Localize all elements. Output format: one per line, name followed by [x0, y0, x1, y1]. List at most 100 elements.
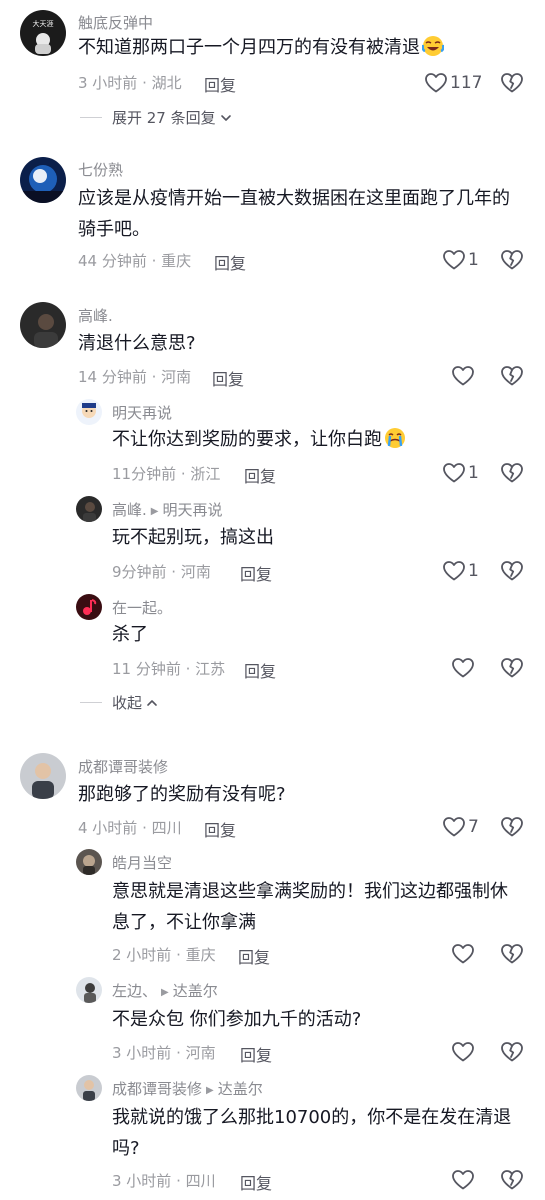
username[interactable]: 明天再说 [112, 402, 172, 423]
username[interactable]: 触底反弹中 [78, 12, 153, 33]
dislike-button[interactable] [500, 461, 524, 485]
heart-outline-icon [451, 942, 475, 966]
expand-replies-button[interactable]: 展开 27 条回复 [80, 107, 232, 128]
like-button[interactable]: 1 [442, 460, 502, 486]
reply-button[interactable]: 回复 [204, 817, 236, 841]
reply-button[interactable]: 回复 [244, 658, 276, 682]
heart-outline-icon [451, 1040, 475, 1064]
like-count: 1 [468, 561, 479, 581]
heart-outline-icon [442, 559, 466, 583]
username[interactable]: 高峰. [78, 305, 113, 326]
chevron-down-icon [220, 112, 232, 124]
dislike-button[interactable] [500, 559, 524, 583]
dislike-button[interactable] [500, 1168, 524, 1192]
dislike-button[interactable] [500, 656, 524, 680]
reply-button[interactable]: 回复 [212, 366, 244, 390]
reply-target-username[interactable]: 达盖尔 [218, 1080, 263, 1098]
avatar[interactable]: 大天涯 [20, 10, 66, 56]
comment-text: 那跑够了的奖励有没有呢? [78, 784, 286, 805]
reply-arrow-icon: ▶ [150, 506, 159, 517]
avatar[interactable] [76, 977, 102, 1003]
like-count: 7 [468, 817, 479, 837]
like-count: 1 [468, 250, 479, 270]
heart-outline-icon [451, 1168, 475, 1192]
broken-heart-icon [500, 942, 524, 966]
reply-button[interactable]: 回复 [214, 250, 246, 274]
reply-button[interactable]: 回复 [240, 561, 272, 585]
dislike-button[interactable] [500, 942, 524, 966]
like-count: 1 [468, 463, 479, 483]
heart-outline-icon [442, 248, 466, 272]
divider [80, 702, 102, 703]
username[interactable]: 七份熟 [78, 159, 123, 180]
reply-text-line: 意思就是清退这些拿满奖励的！我们这边都强制休 [112, 881, 508, 902]
reply-button[interactable]: 回复 [244, 463, 276, 487]
broken-heart-icon [500, 559, 524, 583]
broken-heart-icon [500, 1168, 524, 1192]
comment-text-line: 骑手吧。 [78, 219, 150, 240]
reply-button[interactable]: 回复 [238, 944, 270, 968]
heart-outline-icon [451, 364, 475, 388]
reply-button[interactable]: 回复 [204, 72, 236, 96]
dislike-button[interactable] [500, 815, 524, 839]
comment-text-line: 应该是从疫情开始一直被大数据困在这里面跑了几年的 [78, 188, 510, 209]
reply-button[interactable]: 回复 [240, 1170, 272, 1194]
avatar[interactable] [20, 157, 66, 203]
username[interactable]: 高峰. [112, 501, 147, 519]
username-with-reply-target: 成都谭哥装修 ▶ 达盖尔 [112, 1078, 263, 1099]
comment-text-content: 不知道那两口子一个月四万的有没有被清退 [78, 37, 420, 58]
collapse-replies-button[interactable]: 收起 [80, 692, 158, 713]
reply-arrow-icon: ▶ [161, 987, 169, 998]
avatar[interactable] [20, 753, 66, 799]
expand-label: 展开 27 条回复 [112, 109, 216, 127]
reply-button[interactable]: 回复 [240, 1042, 272, 1066]
heart-outline-icon [451, 656, 475, 680]
reply-target-username[interactable]: 达盖尔 [173, 982, 218, 1000]
heart-outline-icon [442, 815, 466, 839]
time-location: 3 小时前 · 湖北 [78, 74, 182, 92]
broken-heart-icon [500, 1040, 524, 1064]
time-location: 44 分钟前 · 重庆 [78, 252, 192, 270]
chevron-up-icon [146, 697, 158, 709]
broken-heart-icon [500, 248, 524, 272]
dislike-button[interactable] [500, 364, 524, 388]
username[interactable]: 皓月当空 [112, 852, 172, 873]
like-button[interactable]: 7 [442, 814, 502, 840]
dislike-button[interactable] [500, 248, 524, 272]
like-button[interactable]: 117 [424, 70, 484, 96]
comment-text: 不知道那两口子一个月四万的有没有被清退 [78, 32, 445, 67]
like-button[interactable]: 1 [442, 558, 502, 584]
avatar[interactable] [76, 849, 102, 875]
comment-text: 清退什么意思? [78, 333, 196, 354]
broken-heart-icon [500, 71, 524, 95]
username-with-reply-target: 左边、 ▶ 达盖尔 [112, 980, 218, 1001]
reply-text: 不是众包 你们参加九千的活动? [112, 1009, 362, 1030]
avatar-label: 大天涯 [33, 19, 54, 28]
dislike-button[interactable] [500, 71, 524, 95]
like-count: 117 [450, 73, 483, 93]
time-location: 3 小时前 · 四川 [112, 1172, 216, 1190]
like-button[interactable]: 1 [442, 247, 502, 273]
broken-heart-icon [500, 461, 524, 485]
heart-outline-icon [424, 71, 448, 95]
dislike-button[interactable] [500, 1040, 524, 1064]
time-location: 14 分钟前 · 河南 [78, 368, 192, 386]
time-location: 11 分钟前 · 江苏 [112, 660, 226, 678]
time-location: 11分钟前 · 浙江 [112, 465, 221, 483]
reply-target-username[interactable]: 明天再说 [162, 501, 222, 519]
divider [80, 117, 102, 118]
broken-heart-icon [500, 815, 524, 839]
reply-text: 不让你达到奖励的要求，让你白跑 [112, 424, 406, 459]
username[interactable]: 成都谭哥装修 [78, 756, 168, 777]
username[interactable]: 左边、 [112, 982, 157, 1000]
avatar[interactable] [76, 496, 102, 522]
username[interactable]: 成都谭哥装修 [112, 1080, 202, 1098]
username[interactable]: 在一起。 [112, 597, 172, 618]
avatar[interactable] [76, 399, 102, 425]
avatar[interactable] [76, 1075, 102, 1101]
crying-emoji-icon [384, 427, 406, 459]
avatar[interactable] [20, 302, 66, 348]
avatar[interactable] [76, 594, 102, 620]
reply-text-line: 息了，不让你拿满 [112, 912, 256, 933]
broken-heart-icon [500, 656, 524, 680]
